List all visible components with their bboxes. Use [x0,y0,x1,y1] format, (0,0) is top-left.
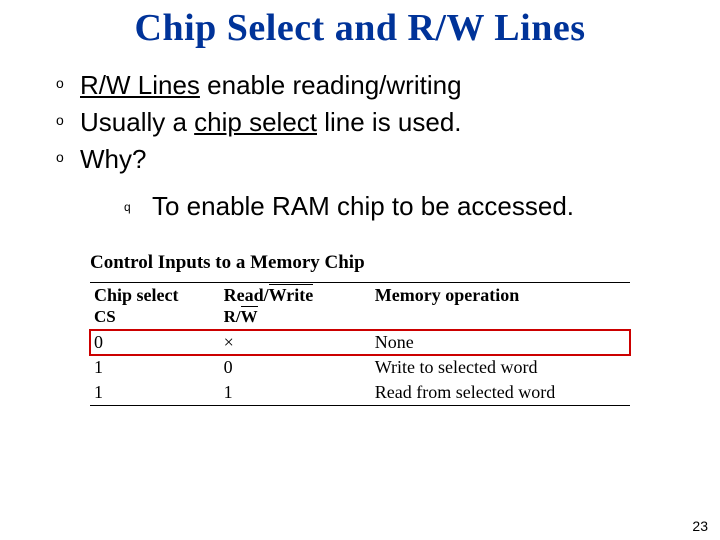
text: enable reading/writing [200,70,462,100]
bullet-item: Usually a chip select line is used. [56,105,680,140]
cell-op: None [371,330,630,356]
text: line is used. [317,107,462,137]
cell-rw: × [220,330,371,356]
cell-cs: 1 [90,355,220,380]
overline-text: W [241,307,258,327]
text: To enable RAM chip to be accessed. [152,191,574,221]
cell-rw: 1 [220,380,371,406]
table-row: 1 0 Write to selected word [90,355,630,380]
table-row-highlighted: 0 × None [90,330,630,356]
cell-op: Write to selected word [371,355,630,380]
cell-rw: 0 [220,355,371,380]
sub-bullet-list: To enable RAM chip to be accessed. [80,189,680,224]
th-read-write: Read/Write R/W [220,283,371,330]
header-text: Chip select [94,285,179,305]
th-operation: Memory operation [371,283,630,330]
underlined-text: chip select [194,107,317,137]
table-block: Control Inputs to a Memory Chip Chip sel… [90,252,630,406]
table-row: 1 1 Read from selected word [90,380,630,406]
cell-cs: 1 [90,380,220,406]
text: R/ [224,307,241,326]
memory-chip-table: Chip select CS Read/Write R/W Memory ope… [90,282,630,406]
header-text: Read/ [224,285,269,305]
text: Why? [80,144,146,174]
cell-op: Read from selected word [371,380,630,406]
text: Usually a [80,107,194,137]
header-sub: CS [94,307,116,326]
th-chip-select: Chip select CS [90,283,220,330]
bullet-item: Why? To enable RAM chip to be accessed. [56,142,680,224]
page-number: 23 [692,518,708,534]
table-caption: Control Inputs to a Memory Chip [90,252,630,274]
header-text: Memory operation [375,285,519,305]
sub-bullet-item: To enable RAM chip to be accessed. [124,189,680,224]
header-sub: R/W [224,307,258,326]
slide-title: Chip Select and R/W Lines [0,0,720,68]
bullet-item: R/W Lines enable reading/writing [56,68,680,103]
bullet-list: R/W Lines enable reading/writing Usually… [0,68,720,224]
underlined-text: R/W Lines [80,70,200,100]
cell-cs: 0 [90,330,220,356]
overline-text: Write [269,285,314,306]
